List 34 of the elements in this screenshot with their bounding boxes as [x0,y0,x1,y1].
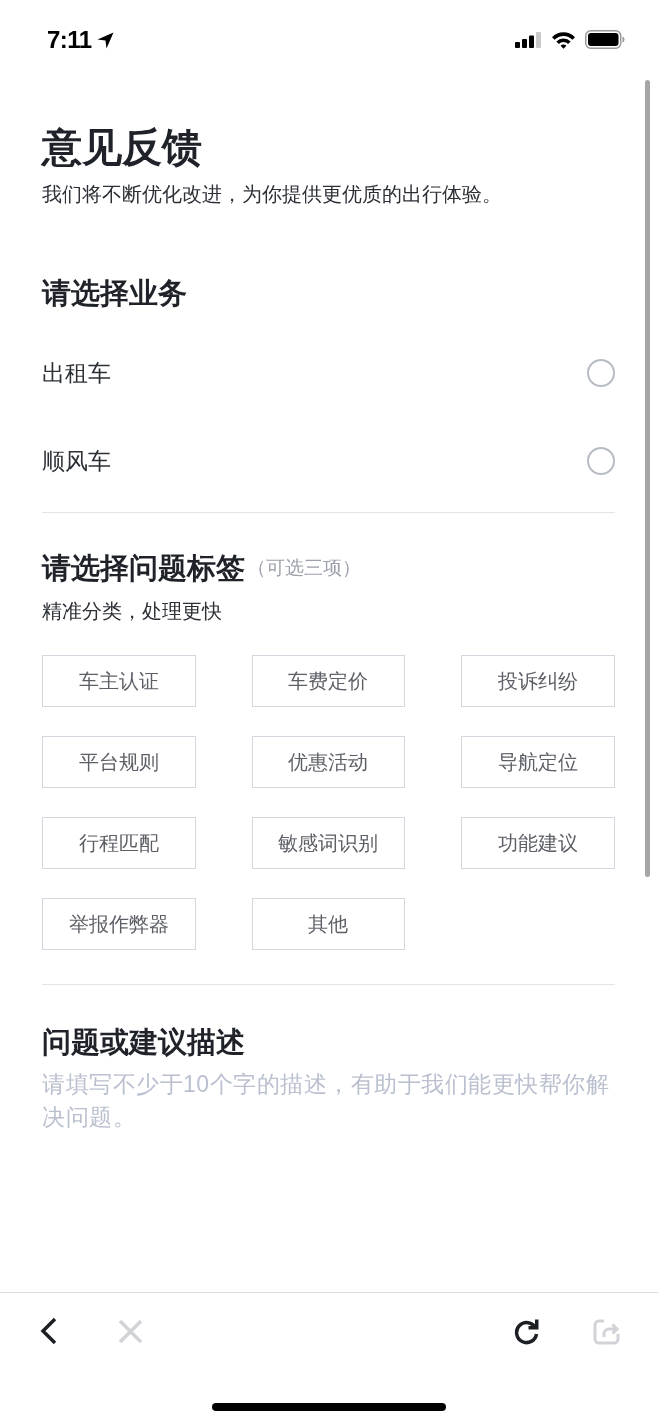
tag-button[interactable]: 优惠活动 [251,736,406,788]
section-heading: 请选择业务 [42,276,188,311]
option-label: 出租车 [42,359,111,388]
share-icon [593,1317,620,1345]
tag-button[interactable]: 敏感词识别 [251,817,406,869]
tag-button[interactable]: 车主认证 [42,655,196,707]
location-arrow-icon [96,31,114,49]
reload-icon [513,1317,540,1345]
page-subtitle: 我们将不断优化改进，为你提供更优质的出行体验。 [42,182,503,207]
chevron-left-icon [40,1317,57,1345]
page-title: 意见反馈 [42,124,203,171]
battery-icon [585,30,625,49]
option-label: 顺风车 [42,447,111,476]
selection-limit-note: （可选三项） [247,556,361,580]
section-heading: 问题或建议描述 [42,1025,246,1060]
description-field[interactable]: 请填写不少于10个字的描述，有助于我们能更快帮你解决问题。 [42,1068,615,1218]
tag-button[interactable]: 平台规则 [42,736,196,788]
tag-button[interactable]: 车费定价 [251,655,406,707]
radio-button[interactable] [587,447,615,475]
status-time: 7:11 [47,28,92,52]
reload-button[interactable] [513,1317,540,1345]
close-icon [118,1318,143,1344]
tag-button[interactable]: 投诉纠纷 [461,655,615,707]
section-heading: 请选择问题标签 [42,551,245,586]
tag-button[interactable]: 导航定位 [461,736,615,788]
wifi-icon [551,30,576,49]
section-subtitle: 精准分类，处理更快 [42,599,223,624]
tag-button[interactable]: 功能建议 [461,817,615,869]
signal-icon [515,31,542,48]
tag-button[interactable]: 其他 [251,898,406,950]
tag-button[interactable]: 举报作弊器 [42,898,196,950]
radio-button[interactable] [587,359,615,387]
tag-button[interactable]: 行程匹配 [42,817,196,869]
back-button[interactable] [40,1317,57,1345]
